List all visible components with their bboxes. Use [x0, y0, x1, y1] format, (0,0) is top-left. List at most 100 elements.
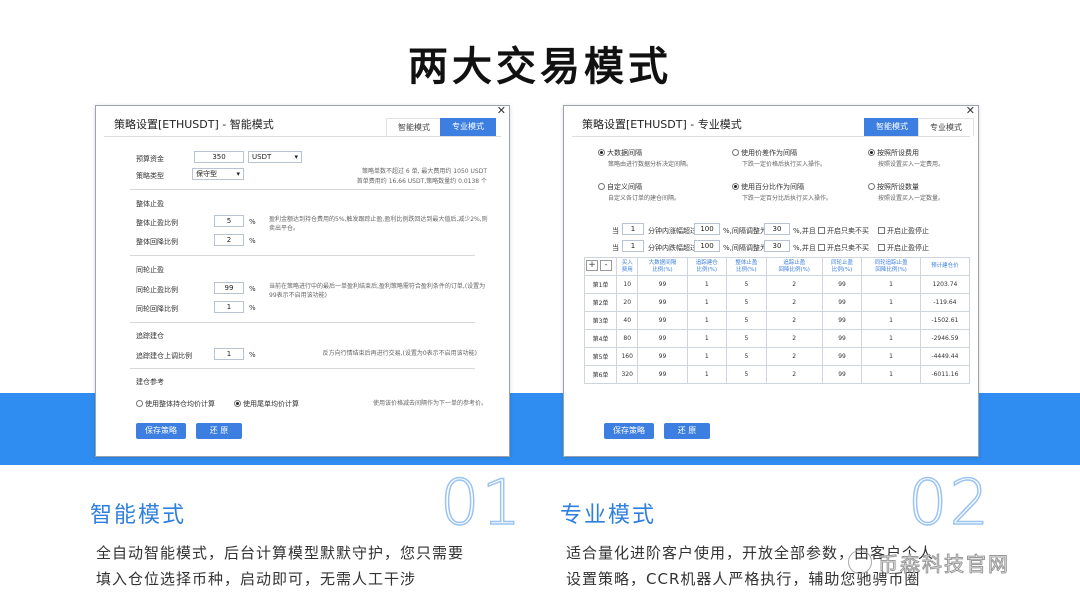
interval-option-custom[interactable]: 自定义间隔 — [598, 182, 642, 192]
buy-option-qty[interactable]: 按照所设数量 — [868, 182, 919, 192]
table-cell[interactable]: 80 — [617, 330, 638, 348]
cond2-fall-input[interactable]: 100 — [694, 240, 720, 252]
table-cell[interactable]: 99 — [638, 312, 687, 330]
checkbox-icon — [818, 227, 825, 234]
cycle-tp-input[interactable]: 99 — [214, 282, 244, 294]
close-icon[interactable]: ✕ — [497, 104, 506, 117]
close-icon[interactable]: ✕ — [966, 104, 975, 117]
tab-smart[interactable]: 智能模式 — [386, 118, 442, 136]
interval-option-bigdata[interactable]: 大数据间隔 — [598, 148, 642, 158]
radio-selected-icon — [732, 183, 739, 190]
save-button[interactable]: 保存策略 — [604, 423, 654, 439]
cond1-rise-input[interactable]: 100 — [694, 223, 720, 235]
table-cell[interactable]: 320 — [617, 366, 638, 384]
table-cell[interactable]: 5 — [727, 366, 767, 384]
cond2-check-sell-only[interactable]: 开启只卖不买 — [818, 243, 869, 253]
overall-tp-input[interactable]: 5 — [214, 215, 244, 227]
ref-option-1[interactable]: 使用整体持仓均价计算 — [136, 399, 215, 409]
table-cell[interactable]: 5 — [727, 312, 767, 330]
table-cell[interactable]: 99 — [638, 330, 687, 348]
table-cell[interactable]: 99 — [822, 330, 862, 348]
table-cell[interactable]: -4449.44 — [920, 348, 969, 366]
table-cell[interactable]: 1 — [862, 312, 921, 330]
table-row[interactable]: 第3单4099152991-1502.61 — [585, 312, 970, 330]
table-row[interactable]: 第4单8099152991-2946.59 — [585, 330, 970, 348]
table-cell[interactable]: 1 — [862, 276, 921, 294]
save-button[interactable]: 保存策略 — [136, 423, 186, 439]
cond1-check-sell-only[interactable]: 开启只卖不买 — [818, 226, 869, 236]
table-cell[interactable]: 2 — [766, 276, 822, 294]
radio-icon — [868, 183, 875, 190]
interval-option-percent[interactable]: 使用百分比作为间隔 — [732, 182, 804, 192]
window-title: 策略设置[ETHUSDT] - 智能模式 — [114, 116, 274, 132]
table-cell[interactable]: 1 — [687, 366, 727, 384]
table-cell[interactable]: 1 — [687, 348, 727, 366]
table-cell[interactable]: 10 — [617, 276, 638, 294]
table-cell[interactable]: 1 — [687, 276, 727, 294]
ref-option-2[interactable]: 使用尾单均价计算 — [234, 399, 299, 409]
table-cell[interactable]: 99 — [638, 366, 687, 384]
row-label: 第3单 — [585, 312, 617, 330]
cond1-interval-input[interactable]: 30 — [764, 223, 790, 235]
cond1-check-tp-stop[interactable]: 开启止盈停止 — [878, 226, 929, 236]
cond2-interval-input[interactable]: 30 — [764, 240, 790, 252]
table-cell[interactable]: 5 — [727, 348, 767, 366]
table-cell[interactable]: 99 — [638, 348, 687, 366]
table-header-cell: 预计建仓价 — [920, 258, 969, 276]
table-row[interactable]: 第6单32099152991-6011.16 — [585, 366, 970, 384]
table-cell[interactable]: 1 — [687, 312, 727, 330]
table-row[interactable]: 第2单2099152991-119.64 — [585, 294, 970, 312]
table-cell[interactable]: 20 — [617, 294, 638, 312]
table-cell[interactable]: 1203.74 — [920, 276, 969, 294]
table-cell[interactable]: 5 — [727, 294, 767, 312]
table-cell[interactable]: 40 — [617, 312, 638, 330]
interval-option-price[interactable]: 使用价差作为间隔 — [732, 148, 797, 158]
cond1-minutes-input[interactable]: 1 — [622, 223, 644, 235]
tab-smart[interactable]: 智能模式 — [864, 118, 920, 136]
checkbox-label: 开启止盈停止 — [887, 244, 929, 252]
chase-input[interactable]: 1 — [214, 348, 244, 360]
table-cell[interactable]: -1502.61 — [920, 312, 969, 330]
table-cell[interactable]: 1 — [862, 366, 921, 384]
currency-select[interactable]: USDT▾ — [248, 151, 302, 163]
table-row[interactable]: 第5单16099152991-4449.44 — [585, 348, 970, 366]
cycle-pullback-input[interactable]: 1 — [214, 301, 244, 313]
table-cell[interactable]: 1 — [687, 330, 727, 348]
table-cell[interactable]: 99 — [822, 348, 862, 366]
cond2-minutes-input[interactable]: 1 — [622, 240, 644, 252]
reset-button[interactable]: 还 原 — [664, 423, 710, 439]
table-cell[interactable]: 2 — [766, 312, 822, 330]
tab-pro[interactable]: 专业模式 — [440, 118, 496, 136]
table-cell[interactable]: 99 — [638, 276, 687, 294]
table-cell[interactable]: 1 — [862, 330, 921, 348]
buy-option-fee[interactable]: 按照所设费用 — [868, 148, 919, 158]
table-cell[interactable]: 5 — [727, 276, 767, 294]
table-cell[interactable]: 2 — [766, 294, 822, 312]
table-cell[interactable]: 1 — [862, 294, 921, 312]
tab-pro[interactable]: 专业模式 — [918, 118, 974, 136]
overall-pullback-input[interactable]: 2 — [214, 234, 244, 246]
table-cell[interactable]: 99 — [822, 276, 862, 294]
table-cell[interactable]: 99 — [822, 366, 862, 384]
table-cell[interactable]: -6011.16 — [920, 366, 969, 384]
table-cell[interactable]: 99 — [822, 294, 862, 312]
cond2-check-tp-stop[interactable]: 开启止盈停止 — [878, 243, 929, 253]
buy-option-desc: 按照设置买入一定费用。 — [878, 160, 944, 169]
table-cell[interactable]: 2 — [766, 348, 822, 366]
table-cell[interactable]: 5 — [727, 330, 767, 348]
table-cell[interactable]: -119.64 — [920, 294, 969, 312]
table-row[interactable]: 第1单10991529911203.74 — [585, 276, 970, 294]
divider — [130, 189, 475, 190]
table-cell[interactable]: 160 — [617, 348, 638, 366]
strategy-type-select[interactable]: 保守型▾ — [192, 168, 244, 180]
table-cell[interactable]: 1 — [862, 348, 921, 366]
table-cell[interactable]: 2 — [766, 366, 822, 384]
pct-unit: % — [249, 304, 256, 312]
table-cell[interactable]: 99 — [638, 294, 687, 312]
reset-button[interactable]: 还 原 — [196, 423, 242, 439]
table-cell[interactable]: 1 — [687, 294, 727, 312]
table-cell[interactable]: -2946.59 — [920, 330, 969, 348]
table-cell[interactable]: 2 — [766, 330, 822, 348]
table-cell[interactable]: 99 — [822, 312, 862, 330]
budget-input[interactable]: 350 — [194, 151, 244, 163]
